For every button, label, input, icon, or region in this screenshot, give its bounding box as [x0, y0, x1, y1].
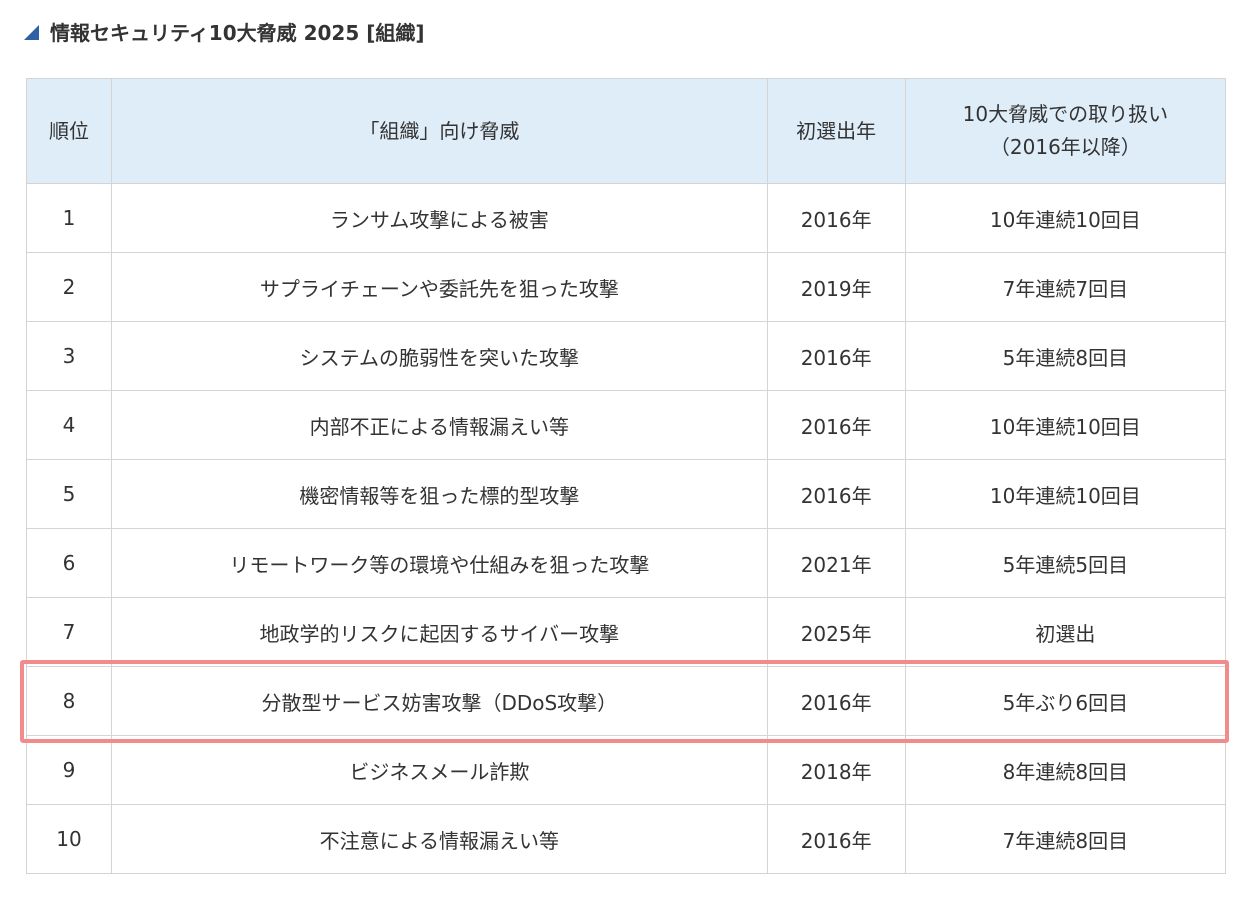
- cell-first-selected: 2016年: [766, 183, 906, 253]
- section-heading: 情報セキュリティ10大脅威 2025 [組織]: [24, 14, 425, 48]
- cell-rank: 3: [25, 321, 113, 391]
- cell-handling: 7年連続7回目: [904, 252, 1227, 322]
- cell-threat: リモートワーク等の環境や仕組みを狙った攻撃: [111, 528, 768, 598]
- cell-rank: 5: [25, 459, 113, 529]
- table-row: 1 ランサム攻撃による被害 2016年 10年連続10回目: [25, 183, 1227, 253]
- table-header-row: 順位 「組織」向け脅威 初選出年 10大脅威での取り扱い （2016年以降）: [25, 78, 1227, 184]
- cell-threat: 不注意による情報漏えい等: [111, 804, 768, 874]
- cell-first-selected: 2025年: [766, 597, 906, 667]
- cell-threat: 分散型サービス妨害攻撃（DDoS攻撃）: [111, 666, 768, 736]
- cell-threat: 機密情報等を狙った標的型攻撃: [111, 459, 768, 529]
- cell-first-selected: 2016年: [766, 459, 906, 529]
- cell-threat: サプライチェーンや委託先を狙った攻撃: [111, 252, 768, 322]
- cell-rank: 10: [25, 804, 113, 874]
- table-row: 3 システムの脆弱性を突いた攻撃 2016年 5年連続8回目: [25, 321, 1227, 391]
- table-row: 10 不注意による情報漏えい等 2016年 7年連続8回目: [25, 804, 1227, 874]
- cell-rank: 9: [25, 735, 113, 805]
- header-rank: 順位: [25, 78, 113, 184]
- cell-threat: ビジネスメール詐欺: [111, 735, 768, 805]
- cell-first-selected: 2021年: [766, 528, 906, 598]
- triangle-marker-icon: [24, 24, 39, 40]
- cell-handling: 5年ぶり6回目: [904, 666, 1227, 736]
- cell-rank: 8: [25, 666, 113, 736]
- header-handling: 10大脅威での取り扱い （2016年以降）: [904, 78, 1227, 184]
- cell-first-selected: 2016年: [766, 804, 906, 874]
- cell-handling: 10年連続10回目: [904, 390, 1227, 460]
- cell-handling: 8年連続8回目: [904, 735, 1227, 805]
- cell-first-selected: 2016年: [766, 390, 906, 460]
- cell-handling: 10年連続10回目: [904, 183, 1227, 253]
- header-first-selected: 初選出年: [766, 78, 906, 184]
- cell-handling: 5年連続5回目: [904, 528, 1227, 598]
- cell-handling: 10年連続10回目: [904, 459, 1227, 529]
- table-row: 6 リモートワーク等の環境や仕組みを狙った攻撃 2021年 5年連続5回目: [25, 528, 1227, 598]
- table-row: 7 地政学的リスクに起因するサイバー攻撃 2025年 初選出: [25, 597, 1227, 667]
- cell-handling: 初選出: [904, 597, 1227, 667]
- header-threat: 「組織」向け脅威: [111, 78, 768, 184]
- section-title: 情報セキュリティ10大脅威 2025 [組織]: [50, 20, 425, 45]
- cell-rank: 2: [25, 252, 113, 322]
- threat-ranking-table: 順位 「組織」向け脅威 初選出年 10大脅威での取り扱い （2016年以降） 1…: [25, 78, 1227, 874]
- cell-rank: 4: [25, 390, 113, 460]
- cell-first-selected: 2016年: [766, 321, 906, 391]
- table-row: 5 機密情報等を狙った標的型攻撃 2016年 10年連続10回目: [25, 459, 1227, 529]
- cell-threat: システムの脆弱性を突いた攻撃: [111, 321, 768, 391]
- cell-first-selected: 2018年: [766, 735, 906, 805]
- table-row: 4 内部不正による情報漏えい等 2016年 10年連続10回目: [25, 390, 1227, 460]
- header-handling-line2: （2016年以降）: [989, 135, 1141, 159]
- cell-rank: 7: [25, 597, 113, 667]
- cell-threat: ランサム攻撃による被害: [111, 183, 768, 253]
- cell-rank: 6: [25, 528, 113, 598]
- cell-first-selected: 2019年: [766, 252, 906, 322]
- table-row: 2 サプライチェーンや委託先を狙った攻撃 2019年 7年連続7回目: [25, 252, 1227, 322]
- cell-threat: 地政学的リスクに起因するサイバー攻撃: [111, 597, 768, 667]
- cell-rank: 1: [25, 183, 113, 253]
- table-row: 9 ビジネスメール詐欺 2018年 8年連続8回目: [25, 735, 1227, 805]
- cell-handling: 5年連続8回目: [904, 321, 1227, 391]
- table-row-highlighted: 8 分散型サービス妨害攻撃（DDoS攻撃） 2016年 5年ぶり6回目: [25, 666, 1227, 736]
- header-handling-line1: 10大脅威での取り扱い: [962, 102, 1169, 126]
- cell-threat: 内部不正による情報漏えい等: [111, 390, 768, 460]
- cell-first-selected: 2016年: [766, 666, 906, 736]
- cell-handling: 7年連続8回目: [904, 804, 1227, 874]
